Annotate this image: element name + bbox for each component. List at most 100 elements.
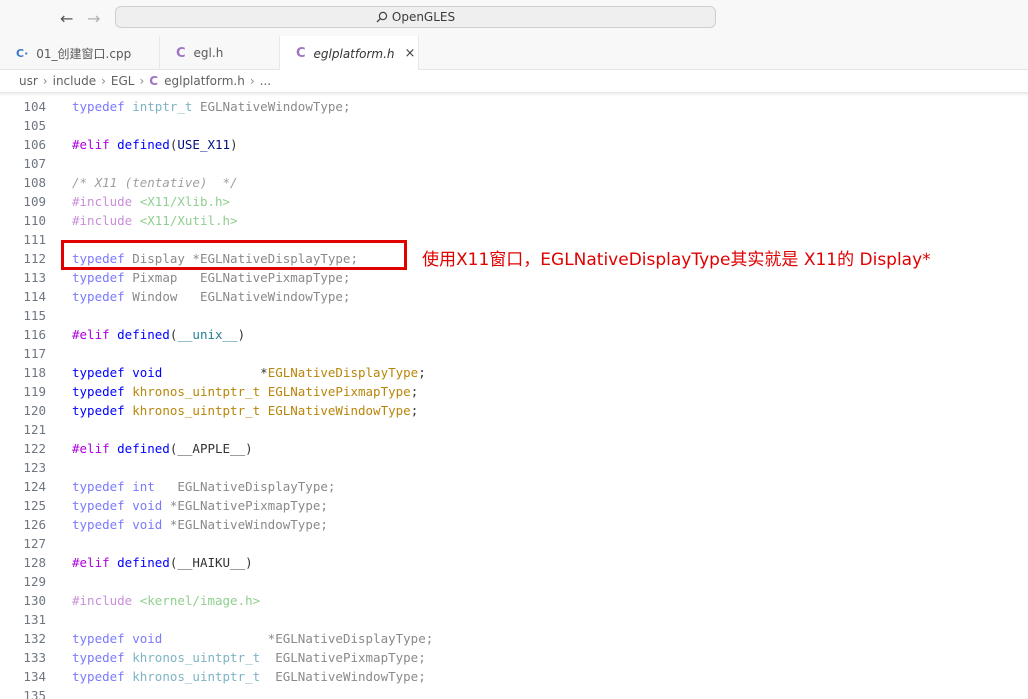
code-token: EGLNativeDisplayType [267,365,419,380]
code-line[interactable]: 125 typedef void *EGLNativePixmapType; [0,496,1028,515]
breadcrumb-file[interactable]: eglplatform.h [164,74,245,88]
code-token: Window EGLNativeWindowType; [132,289,351,304]
breadcrumb: usr › include › EGL › C eglplatform.h › … [0,70,1028,92]
code-line[interactable]: 115 [0,306,1028,325]
code-line[interactable]: 120 typedef khronos_uintptr_t EGLNativeWi… [0,401,1028,420]
line-number: 126 [23,517,46,532]
code-token: defined [117,555,170,570]
close-icon[interactable]: × [405,46,416,61]
code-line[interactable]: 104 typedef intptr_t EGLNativeWindowType; [0,97,1028,116]
code-line[interactable]: 105 [0,116,1028,135]
code-line[interactable]: 108 /* X11 (tentative) */ [0,173,1028,192]
code-token: void [132,517,163,532]
breadcrumb-more[interactable]: ... [260,74,271,88]
tab-egl-h[interactable]: C egl.h [160,36,280,70]
code-token: USE_X11 [177,137,231,152]
code-token: * [162,365,268,380]
chevron-right-icon: › [139,74,145,88]
code-token: EGLNativeWindowType [267,403,411,418]
code-line[interactable]: 134 typedef khronos_uintptr_t EGLNativeWi… [0,667,1028,686]
line-number: 133 [23,650,46,665]
code-line[interactable]: 119 typedef khronos_uintptr_t EGLNativePi… [0,382,1028,401]
code-token: ) [237,327,246,342]
code-line[interactable]: 130 #include <kernel/image.h> [0,591,1028,610]
code-line[interactable]: 132 typedef void *EGLNativeDisplayType; [0,629,1028,648]
code-line[interactable]: 131 [0,610,1028,629]
arrow-right-icon[interactable]: → [87,9,100,28]
code-text: #include <X11/Xutil.h> [72,211,238,230]
code-token: typedef [72,365,133,380]
line-number: 105 [23,118,46,133]
code-editor[interactable]: 103typedef intptr_t EGLNativePixmapType;… [0,92,1028,699]
c-file-icon: C [149,74,159,88]
code-line[interactable]: 107 [0,154,1028,173]
editor-scroll-shadow [0,92,1028,96]
code-text: #elif defined(USE_X11) [72,135,238,154]
code-token: khronos_uintptr_t [132,403,261,418]
code-token: EGLNativePixmapType [267,384,411,399]
code-line[interactable]: 106 #elif defined(USE_X11) [0,135,1028,154]
line-number: 107 [23,156,46,171]
code-token: EGLNativeDisplayType; [154,479,336,494]
tab-label: 01_创建窗口.cpp [36,46,132,61]
code-token: __unix__ [177,327,238,342]
code-token: typedef [72,498,133,513]
code-text: typedef khronos_uintptr_t EGLNativePixma… [72,382,418,401]
command-center-search[interactable]: OpenGLES [115,6,716,28]
code-line[interactable]: 122 #elif defined(__APPLE__) [0,439,1028,458]
code-text: #elif defined(__APPLE__) [72,439,253,458]
code-line[interactable]: 109 #include <X11/Xlib.h> [0,192,1028,211]
breadcrumb-item[interactable]: usr [19,74,38,88]
code-token: EGLNativeWindowType; [192,99,351,114]
code-text: #elif defined(__unix__) [72,325,245,344]
code-token: <X11/Xutil.h> [139,213,238,228]
code-token: #elif [72,555,118,570]
code-text: typedef intptr_t EGLNativeWindowType; [72,97,350,116]
highlight-box [61,240,407,270]
code-line[interactable]: 114 typedef Window EGLNativeWindowType; [0,287,1028,306]
search-icon [376,11,388,23]
code-token: defined [117,327,170,342]
code-token: typedef [72,270,133,285]
code-line[interactable]: 121 [0,420,1028,439]
line-number: 104 [23,99,46,114]
code-line[interactable]: 124 typedef int EGLNativeDisplayType; [0,477,1028,496]
code-token: typedef [72,479,133,494]
code-line[interactable]: 113 typedef Pixmap EGLNativePixmapType; [0,268,1028,287]
code-token: <X11/Xlib.h> [139,194,231,209]
code-line[interactable]: 126 typedef void *EGLNativeWindowType; [0,515,1028,534]
chevron-right-icon: › [249,74,255,88]
line-number: 120 [23,403,46,418]
line-number: 108 [23,175,46,190]
code-token: ; [418,365,426,380]
arrow-left-icon[interactable]: ← [60,9,73,28]
line-number: 127 [23,536,46,551]
code-token: typedef [72,517,133,532]
code-line[interactable]: 118 typedef void *EGLNativeDisplayType; [0,363,1028,382]
code-token: Pixmap EGLNativePixmapType; [132,270,351,285]
line-number: 122 [23,441,46,456]
code-line[interactable]: 129 [0,572,1028,591]
code-line[interactable]: 117 [0,344,1028,363]
cpp-file-icon: C· [16,46,29,60]
search-text: OpenGLES [391,10,456,24]
code-line[interactable]: 123 [0,458,1028,477]
code-token: #include [72,194,140,209]
line-number: 114 [23,289,46,304]
code-line[interactable]: 127 [0,534,1028,553]
breadcrumb-item[interactable]: include [53,74,96,88]
code-token: typedef [72,403,133,418]
code-text: typedef void *EGLNativePixmapType; [72,496,328,515]
code-line[interactable]: 116 #elif defined(__unix__) [0,325,1028,344]
c-file-icon: C [176,45,186,61]
tab-01-cpp[interactable]: C· 01_创建窗口.cpp [0,36,160,70]
c-file-icon: C [296,46,306,61]
code-line[interactable]: 128 #elif defined(__HAIKU__) [0,553,1028,572]
code-text: typedef khronos_uintptr_t EGLNativeWindo… [72,667,426,686]
tab-eglplatform-h[interactable]: C eglplatform.h × [280,36,419,71]
code-line[interactable]: 110 #include <X11/Xutil.h> [0,211,1028,230]
code-line[interactable]: 135 [0,686,1028,699]
code-line[interactable]: 133 typedef khronos_uintptr_t EGLNativePi… [0,648,1028,667]
line-number: 111 [23,232,46,247]
breadcrumb-item[interactable]: EGL [111,74,135,88]
